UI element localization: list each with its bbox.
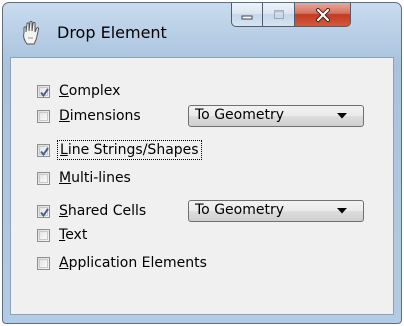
option-label-text: hared Cells [67,203,147,219]
drop-element-hand-icon [23,20,40,45]
window-title: Drop Element [57,23,167,42]
option-checkbox[interactable] [37,84,50,98]
option-label-text: imensions [69,108,141,124]
option-mnemonic: L [60,142,68,158]
minimize-icon [241,15,253,19]
option-checkbox[interactable] [37,228,50,242]
option-mnemonic: C [59,83,69,99]
option-mnemonic: A [59,255,69,271]
option-row[interactable]: Shared Cells [37,200,146,222]
option-checkbox[interactable] [37,204,50,218]
option-label-text: omplex [68,83,121,99]
option-checkbox[interactable] [37,109,50,123]
option-checkbox[interactable] [37,171,50,185]
option-checkbox[interactable] [37,143,50,157]
option-checkbox[interactable] [37,256,50,270]
dropdown-value: To Geometry [195,202,284,218]
option-label-text: ext [65,227,88,243]
option-label-text: ine Strings/Shapes [67,142,199,158]
option-mnemonic: S [59,203,68,219]
minimize-button[interactable] [231,3,263,27]
option-label[interactable]: Line Strings/Shapes [57,140,202,160]
maximize-icon [273,9,284,19]
close-icon [315,7,330,22]
option-label[interactable]: Complex [59,83,120,99]
option-row[interactable]: Text [37,224,87,246]
option-label-text: ulti-lines [71,170,131,186]
dropdown-arrow-icon [337,113,347,119]
option-mnemonic: D [59,108,70,124]
close-button[interactable] [295,3,351,27]
option-row[interactable]: Complex [37,80,120,102]
checkmark-icon [40,146,49,156]
option-row[interactable]: Line Strings/Shapes [37,139,202,161]
option-label[interactable]: Shared Cells [59,203,146,219]
checkmark-icon [40,87,49,97]
option-label[interactable]: Dimensions [59,108,141,124]
dropdown-value: To Geometry [195,107,284,123]
option-row[interactable]: Multi-lines [37,167,131,189]
maximize-button[interactable] [263,3,295,27]
option-label-text: pplication Elements [68,255,207,271]
option-row[interactable]: Application Elements [37,252,207,274]
drop-element-window: Drop Element Complex Dimensions To Geome… [2,2,402,324]
title-bar[interactable]: Drop Element [3,3,401,57]
conversion-dropdown[interactable]: To Geometry [188,105,364,127]
option-label[interactable]: Text [59,227,87,243]
option-label[interactable]: Application Elements [59,255,207,271]
conversion-dropdown[interactable]: To Geometry [188,200,364,222]
dropdown-arrow-icon [337,208,347,214]
options-panel: Complex Dimensions To Geometry Line Strings… [10,57,394,315]
option-mnemonic: M [59,170,72,186]
caption-buttons [231,3,351,27]
option-label[interactable]: Multi-lines [59,170,131,186]
checkmark-icon [40,207,49,217]
option-row[interactable]: Dimensions [37,105,141,127]
